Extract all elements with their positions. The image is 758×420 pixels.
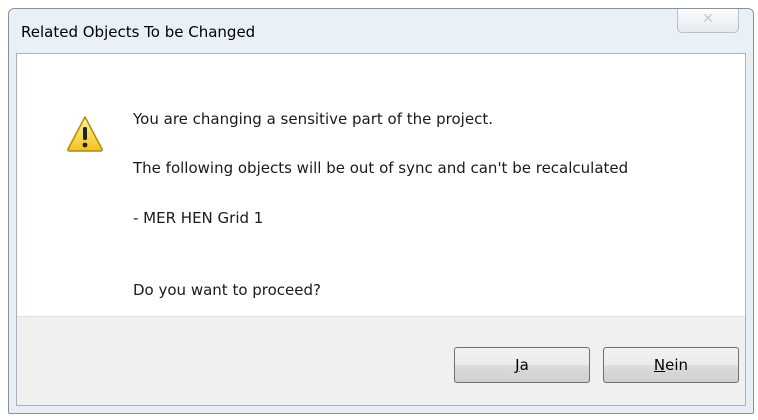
message-line-2: The following objects will be out of syn… [133, 159, 629, 177]
no-button[interactable]: Nein [603, 347, 739, 383]
yes-button[interactable]: Ja [454, 347, 590, 383]
no-label-rest: ein [665, 356, 689, 374]
proceed-question: Do you want to proceed? [133, 281, 321, 299]
warning-icon [67, 116, 103, 152]
message-area: You are changing a sensitive part of the… [17, 54, 745, 326]
button-bar: Ja Nein [17, 316, 745, 405]
message-line-1: You are changing a sensitive part of the… [133, 110, 493, 128]
no-mnemonic: N [653, 356, 666, 374]
dialog-window: Related Objects To be Changed ✕ You are … [8, 8, 754, 414]
title-bar[interactable]: Related Objects To be Changed ✕ [9, 9, 753, 53]
affected-object-item: - MER HEN Grid 1 [133, 209, 264, 227]
dialog-content: You are changing a sensitive part of the… [16, 53, 746, 406]
close-icon: ✕ [702, 11, 714, 27]
dialog-title: Related Objects To be Changed [21, 23, 256, 41]
close-button[interactable]: ✕ [677, 9, 739, 33]
yes-label-rest: a [519, 356, 529, 374]
